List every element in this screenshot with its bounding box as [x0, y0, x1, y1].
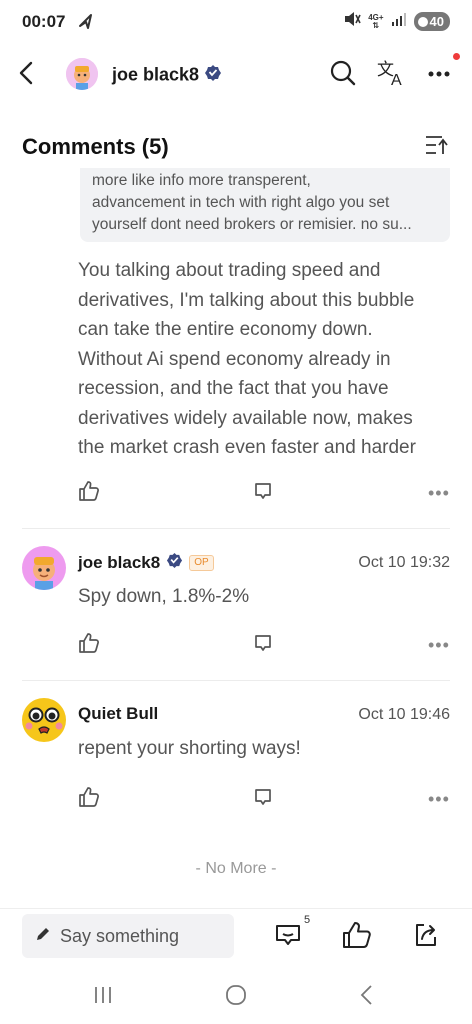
divider [22, 680, 450, 681]
comment-input[interactable]: Say something [22, 914, 234, 958]
quote-line: yourself dont need brokers or remisier. … [92, 216, 412, 233]
like-icon[interactable] [78, 786, 100, 813]
battery-icon [417, 16, 428, 27]
system-back-icon[interactable] [356, 984, 378, 1011]
reply-line: can take the entire economy down. [78, 319, 373, 340]
comments-header: Comments (5) [0, 120, 472, 170]
header: joe black8 文A [0, 44, 472, 102]
more-options-icon[interactable]: ••• [428, 790, 450, 808]
profile-name[interactable]: joe black8 [112, 64, 222, 87]
verified-badge-icon [166, 552, 183, 574]
reply-line: derivatives widely available now, makes [78, 407, 413, 429]
reply-text: You talking about trading speed and deri… [78, 256, 458, 463]
no-more-label: - No More - [195, 860, 277, 877]
quote-line: more like info more transperent, [92, 172, 311, 189]
reply-line: Without Ai spend economy already in [78, 348, 391, 370]
comment-icon[interactable] [252, 786, 274, 813]
comment-count: 5 [304, 914, 311, 926]
op-badge: OP [189, 555, 214, 571]
quoted-comment[interactable]: more like info more transperent, advance… [80, 168, 450, 242]
avatar[interactable] [22, 546, 66, 590]
comment-icon[interactable] [252, 632, 274, 659]
divider [22, 528, 450, 529]
quote-line: advancement in tech with right algo you … [92, 194, 390, 211]
status-indicators: 4G+ ⇅ 40 [343, 11, 450, 32]
comment-text: Spy down, 1.8%-2% [78, 586, 250, 607]
status-bar: 00:07 4G+ ⇅ 40 [0, 0, 472, 44]
more-options-icon[interactable]: ••• [428, 636, 450, 654]
like-icon[interactable] [78, 632, 100, 659]
comments-icon[interactable] [274, 921, 302, 954]
network-type: 4G+ ⇅ [368, 12, 384, 30]
reply-line: recession, and the fact that you have [78, 378, 389, 399]
search-icon[interactable] [328, 58, 358, 88]
battery-indicator: 40 [413, 12, 450, 31]
more-icon[interactable] [426, 66, 456, 96]
avatar[interactable] [22, 698, 66, 742]
reply-line: the market crash even faster and harder [78, 437, 416, 458]
status-time: 00:07 [22, 12, 66, 31]
reply-line: derivatives, I'm talking about this bubb… [78, 289, 415, 311]
comment-actions: ••• [0, 784, 472, 814]
comment-actions: ••• [0, 630, 472, 660]
sort-icon[interactable] [424, 134, 450, 161]
input-placeholder: Say something [60, 925, 180, 946]
comment-icon[interactable] [252, 480, 274, 507]
notification-dot [453, 53, 460, 60]
home-icon[interactable] [224, 984, 248, 1011]
system-navigation-bar [0, 970, 472, 1024]
comment-text: repent your shorting ways! [78, 738, 301, 759]
recent-apps-icon[interactable] [92, 984, 114, 1011]
more-options-icon[interactable]: ••• [428, 484, 450, 502]
like-icon[interactable] [78, 480, 100, 507]
verified-badge-icon [204, 64, 222, 87]
comment-author[interactable]: joe black8 OP [78, 552, 214, 574]
share-icon[interactable] [412, 921, 440, 954]
svg-text:A: A [391, 72, 402, 88]
comment-time: Oct 10 19:32 [358, 554, 450, 571]
back-icon[interactable] [12, 58, 42, 88]
translate-icon[interactable]: 文A [376, 58, 406, 89]
comments-title: Comments (5) [22, 134, 169, 159]
comment-author[interactable]: Quiet Bull [78, 704, 158, 724]
pencil-icon [34, 925, 52, 948]
reply-line: You talking about trading speed and [78, 260, 381, 281]
comment-time: Oct 10 19:46 [358, 706, 450, 723]
navigation-arrow-icon [78, 12, 94, 35]
avatar[interactable] [66, 58, 98, 90]
bottom-bar: Say something 5 [0, 908, 472, 968]
comment-actions: ••• [0, 478, 472, 508]
like-icon[interactable] [342, 921, 372, 954]
mute-icon [343, 11, 361, 32]
signal-icon [391, 12, 407, 31]
